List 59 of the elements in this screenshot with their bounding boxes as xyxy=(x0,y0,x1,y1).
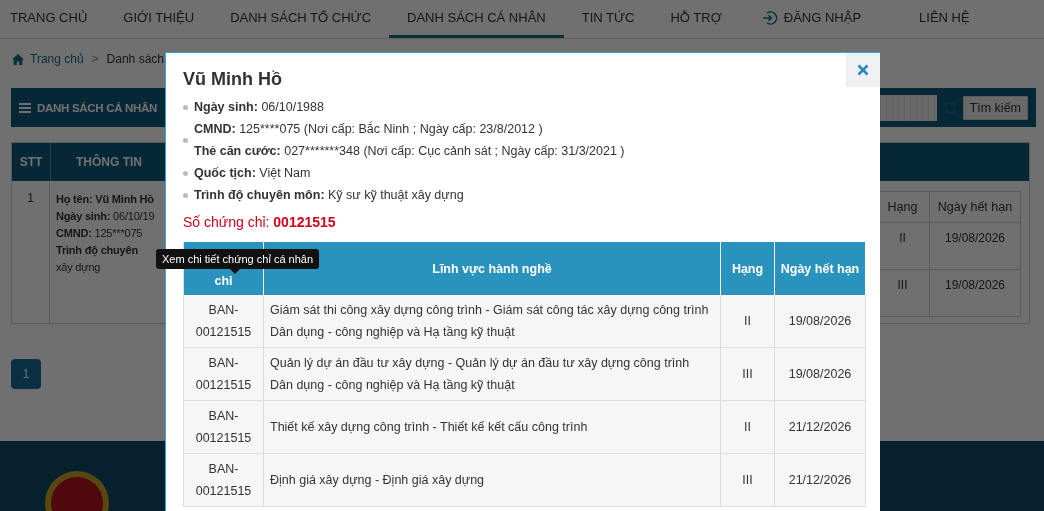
detail-text: Ngày sinh: 06/10/1988 xyxy=(194,99,324,116)
bullet-icon xyxy=(183,104,188,110)
home-icon xyxy=(12,53,24,65)
detail-text: Quốc tịch: Việt Nam xyxy=(194,165,311,182)
tooltip: Xem chi tiết chứng chỉ cá nhân xyxy=(156,249,320,269)
table-cell: II xyxy=(721,295,775,348)
nav-link[interactable]: GIỚI THIỆU xyxy=(105,0,213,38)
table-cell: BAN-00121515 xyxy=(184,348,264,401)
bullet-icon xyxy=(183,137,188,143)
table-cell: BAN-00121515 xyxy=(184,295,264,348)
info-text: Ngày sinh: 06/10/19 xyxy=(56,209,156,224)
nav-link[interactable]: TIN TỨC xyxy=(563,0,653,38)
info-text: Họ tên: Vũ Minh Hồ xyxy=(56,192,155,208)
table-cell: III xyxy=(721,454,775,507)
emblem-icon xyxy=(45,471,109,511)
table-cell: III xyxy=(721,348,775,401)
search-button[interactable]: Tìm kiếm xyxy=(962,95,1028,120)
nav-link[interactable]: TRANG CHỦ xyxy=(10,0,106,38)
panel-title: DANH SÁCH CÁ NHÂN xyxy=(37,101,158,114)
table-cell: 1 xyxy=(12,181,50,323)
table-cell: BAN-00121515 xyxy=(184,454,264,507)
table-cell: 19/08/2026 xyxy=(775,295,866,348)
table-cell: 19/08/2026 xyxy=(775,348,866,401)
table-cell: BAN-00121515 xyxy=(184,401,264,454)
bullet-icon xyxy=(183,192,188,198)
close-button[interactable] xyxy=(846,53,880,87)
nav-link[interactable]: DANH SÁCH CÁ NHÂN xyxy=(389,0,564,38)
table-cell-text: 19/08/2026 xyxy=(943,277,1007,294)
table-cell: Giám sát thi công xây dựng công trình - Giám sát công tác xây dựng công trình Dân dụng - công nghiệp và Hạ tầng kỹ thuật xyxy=(264,295,721,348)
column-header: Ngày hết hạn xyxy=(936,199,1014,216)
nav-link[interactable]: DANH SÁCH TỔ CHỨC xyxy=(212,0,389,38)
table-cell: Định giá xây dựng - Định giá xây dựng xyxy=(264,454,721,507)
info-text: xây dựng xyxy=(56,260,102,275)
bullet-icon xyxy=(183,170,188,176)
page-button[interactable]: 1 xyxy=(11,359,41,389)
table-cell: 21/12/2026 xyxy=(775,401,866,454)
detail-text: Trình độ chuyên môn: Kỹ sư kỹ thuật xây dựng xyxy=(194,187,464,204)
table-cell: Thiết kế xây dựng công trình - Thiết kế kết cấu công trình xyxy=(264,401,721,454)
info-text: CMND: 125***075 xyxy=(56,226,144,241)
nav-link[interactable]: LIÊN HỆ xyxy=(901,0,988,38)
breadcrumb-separator: > xyxy=(91,52,99,66)
nav-link[interactable]: HỖ TRỢ xyxy=(652,0,740,38)
tooltip-arrow xyxy=(230,269,240,274)
breadcrumb-link[interactable]: Trang chủ xyxy=(30,52,84,66)
person-name: Vũ Minh Hồ xyxy=(183,69,283,90)
certificate-number: Số chứng chỉ: 00121515 xyxy=(183,214,337,230)
table-cell: II xyxy=(721,401,775,454)
detail-text: Thẻ căn cước: 027*******348 (Nơi cấp: Cục cảnh sát ; Ngày cấp: 31/3/2021 ) xyxy=(194,143,625,160)
table-cell: Quản lý dự án đầu tư xây dựng - Quản lý dự án đầu tư xây dựng công trình Dân dụng - công nghiệp và Hạ tầng kỹ thuật xyxy=(264,348,721,401)
column-header: THÔNG TIN xyxy=(75,153,143,171)
menu-icon xyxy=(19,102,31,113)
table-cell-text: 19/08/2026 xyxy=(943,230,1007,247)
breadcrumb-current: Danh sách xyxy=(106,52,164,66)
detail-text: CMND: 125****075 (Nơi cấp: Bắc Ninh ; Ngày cấp: 23/8/2012 ) xyxy=(194,120,544,138)
login-link[interactable]: ĐĂNG NHẬP xyxy=(739,0,902,38)
table-cell: 21/12/2026 xyxy=(775,454,866,507)
close-icon xyxy=(857,64,869,76)
login-icon xyxy=(761,9,778,26)
info-text: Trình độ chuyên xyxy=(56,243,139,259)
